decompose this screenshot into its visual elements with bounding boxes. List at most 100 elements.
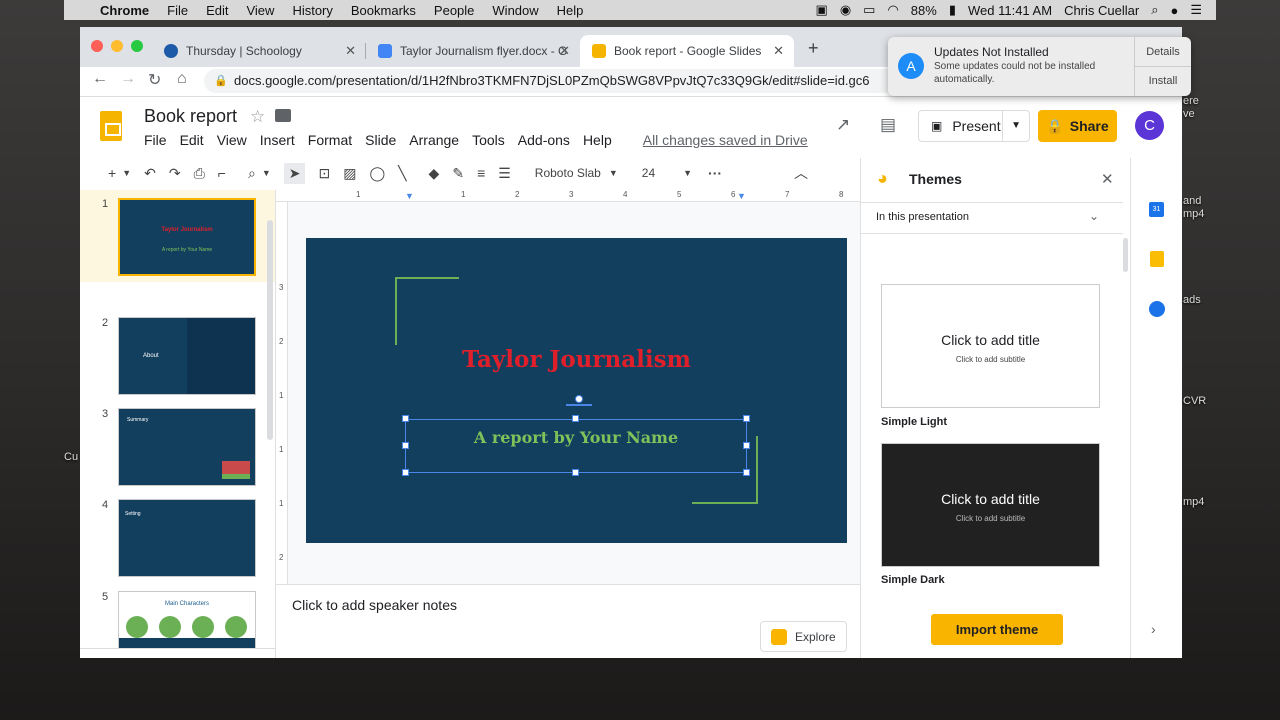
more-icon[interactable]: ··· xyxy=(708,165,722,181)
close-icon[interactable]: ✕ xyxy=(773,43,784,59)
paint-format-icon[interactable]: ⌐ xyxy=(218,165,226,181)
menu-format[interactable]: Format xyxy=(308,132,352,148)
present-button[interactable]: ▣ Present ▼ xyxy=(918,110,1030,142)
slide-thumbnail[interactable]: Taylor Journalism A report by Your Name xyxy=(118,198,256,276)
close-icon[interactable]: ✕ xyxy=(345,43,356,59)
lock-icon[interactable]: 🔒 xyxy=(214,69,228,93)
resize-handle[interactable] xyxy=(743,469,750,476)
menu-file[interactable]: File xyxy=(167,3,188,18)
rotate-handle[interactable] xyxy=(575,395,583,403)
update-notification[interactable]: A Updates Not Installed Some updates cou… xyxy=(888,37,1191,96)
menu-edit[interactable]: Edit xyxy=(180,132,204,148)
theme-name[interactable]: Simple Dark xyxy=(881,574,945,586)
explore-button[interactable]: Explore xyxy=(760,621,847,652)
list-view-icon[interactable]: ☰ xyxy=(120,657,132,658)
tab-schoology[interactable]: Thursday | Schoology ✕ xyxy=(152,35,366,67)
indent-marker[interactable]: ▼ xyxy=(737,191,746,201)
menu-tools[interactable]: Tools xyxy=(472,132,505,148)
menu-insert[interactable]: Insert xyxy=(260,132,295,148)
textbox-icon[interactable]: ⊡ xyxy=(318,165,330,182)
menu-arrange[interactable]: Arrange xyxy=(409,132,459,148)
chevron-right-icon[interactable]: › xyxy=(1151,621,1156,637)
reload-icon[interactable]: ↻ xyxy=(148,70,161,90)
chevron-down-icon[interactable]: ▼ xyxy=(609,168,618,178)
camera-icon[interactable]: ▣ xyxy=(816,2,828,18)
select-icon[interactable]: ➤ xyxy=(283,162,306,184)
resize-handle[interactable] xyxy=(743,442,750,449)
chevron-up-icon[interactable]: ︿ xyxy=(794,163,808,183)
image-icon[interactable]: ▨ xyxy=(343,165,356,182)
avatar[interactable]: C xyxy=(1135,111,1164,140)
details-button[interactable]: Details xyxy=(1135,46,1191,58)
font-select[interactable]: Roboto Slab xyxy=(535,166,601,180)
menu-addons[interactable]: Add-ons xyxy=(518,132,570,148)
border-color-icon[interactable]: ✎ xyxy=(452,165,464,182)
save-status[interactable]: All changes saved in Drive xyxy=(643,132,808,148)
undo-icon[interactable]: ↶ xyxy=(144,165,156,182)
siri-icon[interactable]: ● xyxy=(1170,3,1178,18)
presentation-title[interactable]: Book report xyxy=(144,106,237,127)
fill-color-icon[interactable]: ◆ xyxy=(429,165,440,182)
tab-docs-flyer[interactable]: Taylor Journalism flyer.docx - G ✕ xyxy=(366,35,580,67)
forward-icon[interactable]: → xyxy=(120,70,136,88)
comments-icon[interactable]: ▤ xyxy=(880,115,896,135)
zoom-icon[interactable]: ⌕ xyxy=(248,165,256,182)
share-button[interactable]: 🔒 Share xyxy=(1038,110,1117,142)
print-icon[interactable]: ⎙ xyxy=(194,165,205,182)
back-icon[interactable]: ← xyxy=(92,70,108,88)
user-name[interactable]: Chris Cuellar xyxy=(1064,3,1139,18)
notification-center-icon[interactable]: ☰ xyxy=(1190,2,1202,18)
border-dash-icon[interactable]: ☰ xyxy=(498,165,511,182)
theme-source-dropdown[interactable]: In this presentation ⌄ xyxy=(861,202,1123,234)
menu-view[interactable]: View xyxy=(217,132,247,148)
home-icon[interactable]: ⌂ xyxy=(177,70,187,88)
resize-handle[interactable] xyxy=(743,415,750,422)
filmstrip-scrollbar[interactable] xyxy=(267,220,273,440)
font-size-select[interactable]: 24 xyxy=(642,166,655,180)
url-text[interactable]: docs.google.com/presentation/d/1H2fNbro3… xyxy=(234,73,870,88)
resize-handle[interactable] xyxy=(402,469,409,476)
chevron-down-icon[interactable]: ▼ xyxy=(683,168,692,178)
tab-book-report[interactable]: Book report - Google Slides ✕ xyxy=(580,35,794,67)
theme-name[interactable]: Simple Light xyxy=(881,416,947,428)
menu-slide[interactable]: Slide xyxy=(365,132,396,148)
slide-thumbnail[interactable]: Summary xyxy=(118,408,256,486)
menu-bookmarks[interactable]: Bookmarks xyxy=(351,3,416,18)
slide-title[interactable]: Taylor Journalism xyxy=(306,346,847,373)
activity-trend-icon[interactable]: ↗ xyxy=(836,115,850,135)
line-icon[interactable]: ╲ xyxy=(398,165,406,182)
close-icon[interactable]: ✕ xyxy=(1101,170,1114,188)
new-slide-icon[interactable]: + xyxy=(108,165,116,181)
minimize-window-button[interactable] xyxy=(111,40,123,52)
install-button[interactable]: Install xyxy=(1135,75,1191,87)
menu-window[interactable]: Window xyxy=(492,3,538,18)
keep-icon[interactable] xyxy=(1150,251,1164,267)
import-theme-button[interactable]: Import theme xyxy=(931,614,1063,645)
slide-thumbnail[interactable]: Setting xyxy=(118,499,256,577)
menu-help[interactable]: Help xyxy=(557,3,584,18)
grid-view-icon[interactable]: ▦ xyxy=(218,657,230,658)
chevron-down-icon[interactable]: ▼ xyxy=(1002,111,1021,141)
menu-history[interactable]: History xyxy=(292,3,332,18)
theme-card-simple-light[interactable]: Click to add title Click to add subtitle xyxy=(881,284,1100,408)
slide-thumbnail[interactable]: About xyxy=(118,317,256,395)
menu-help[interactable]: Help xyxy=(583,132,612,148)
star-icon[interactable]: ☆ xyxy=(250,107,265,127)
close-icon[interactable]: ✕ xyxy=(559,43,570,59)
spotlight-icon[interactable]: ⌕ xyxy=(1151,2,1158,18)
theme-card-simple-dark[interactable]: Click to add title Click to add subtitle xyxy=(881,443,1100,567)
slides-home-icon[interactable] xyxy=(100,111,122,141)
resize-handle[interactable] xyxy=(572,415,579,422)
chevron-down-icon[interactable]: ▼ xyxy=(262,168,271,178)
calendar-icon[interactable]: 31 xyxy=(1149,202,1164,217)
clock[interactable]: Wed 11:41 AM xyxy=(968,3,1052,18)
tasks-icon[interactable] xyxy=(1149,301,1165,317)
resize-handle[interactable] xyxy=(402,415,409,422)
menu-view[interactable]: View xyxy=(246,3,274,18)
redo-icon[interactable]: ↷ xyxy=(169,165,181,182)
chevron-down-icon[interactable]: ▼ xyxy=(122,168,131,178)
folder-icon[interactable] xyxy=(275,109,291,122)
zoom-window-button[interactable] xyxy=(131,40,143,52)
menu-edit[interactable]: Edit xyxy=(206,3,228,18)
slide[interactable]: Taylor Journalism A report by Your Name xyxy=(306,238,847,543)
